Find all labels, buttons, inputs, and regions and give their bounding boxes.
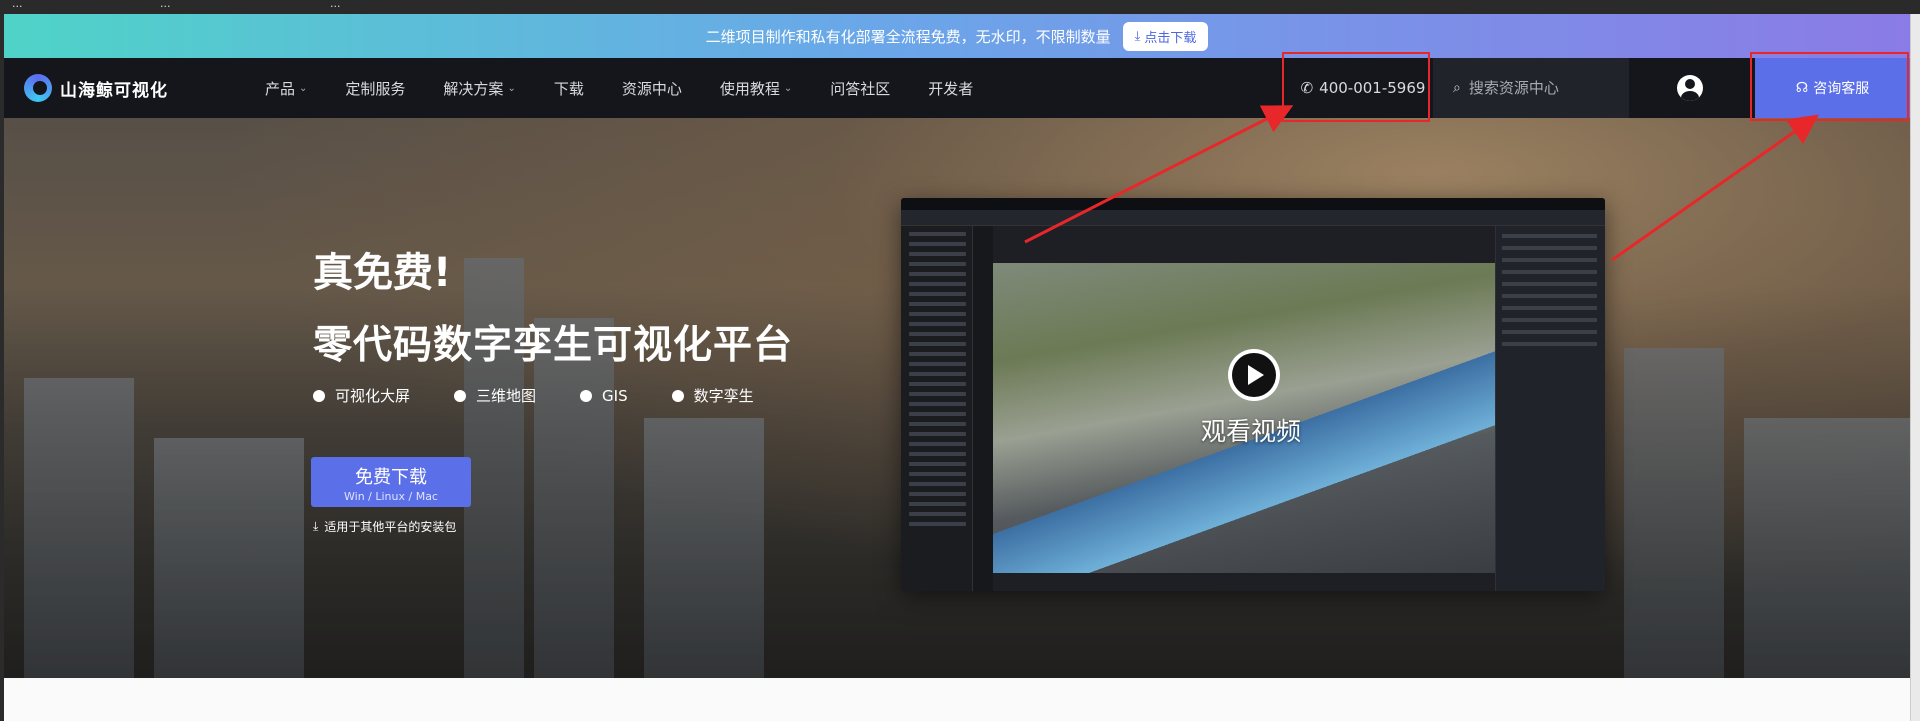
annotation-arrow (1611, 114, 1819, 262)
annotation-arrows (1024, 105, 1819, 262)
annotation-arrow (1024, 105, 1294, 244)
